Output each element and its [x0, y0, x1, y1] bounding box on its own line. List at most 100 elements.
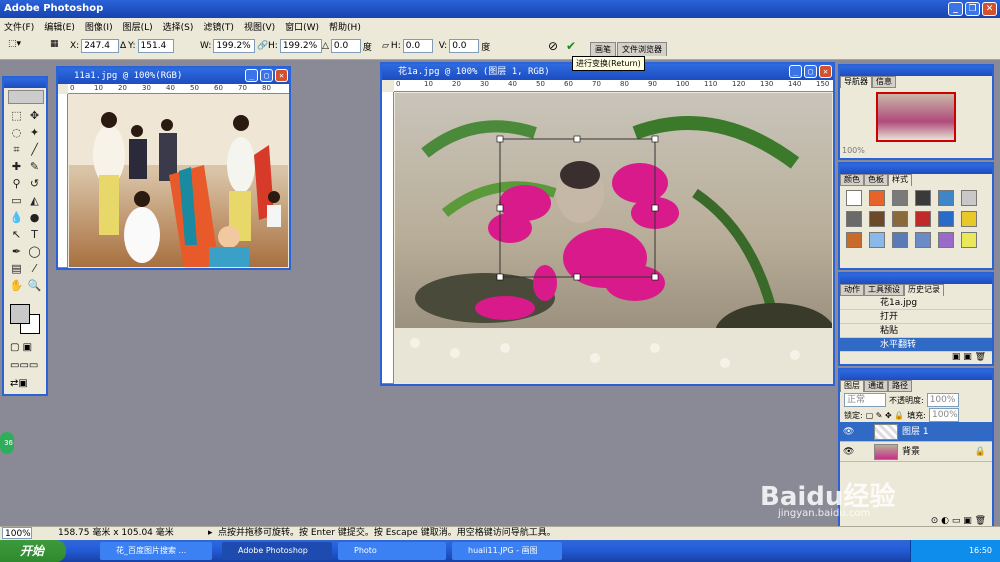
layer-row-background[interactable]: 👁 背景 🔒 [840, 442, 992, 462]
transform-tool-icon[interactable]: ⬚▾ [8, 39, 21, 49]
tab-channels[interactable]: 通道 [864, 380, 888, 392]
skew-v-field[interactable]: 0.0 [449, 39, 480, 53]
crop-tool-icon[interactable]: ⌗ [8, 142, 25, 158]
start-button[interactable]: 开始 [0, 540, 66, 562]
tab-paths[interactable]: 路径 [888, 380, 912, 392]
menu-filter[interactable]: 滤镜(T) [203, 20, 234, 33]
quick-mask-icon[interactable]: ▢ ▣ [10, 342, 32, 353]
commit-transform-icon[interactable]: ✔ [566, 39, 576, 53]
marquee-tool-icon[interactable]: ⬚ [8, 108, 25, 124]
hand-tool-icon[interactable]: ✋ [8, 278, 25, 294]
tab-info[interactable]: 信息 [872, 76, 896, 88]
style-swatch[interactable] [915, 211, 931, 227]
menu-file[interactable]: 文件(F) [4, 20, 34, 33]
style-swatch[interactable] [846, 232, 862, 248]
task-paint[interactable]: huali11.JPG - 画图 [452, 542, 562, 560]
layer-visibility-eye-icon[interactable]: 👁 [843, 442, 854, 462]
history-item-open[interactable]: 打开 [840, 310, 992, 324]
doc1-maximize-icon[interactable]: ▢ [260, 69, 273, 82]
styles-panel-titlebar[interactable] [840, 164, 992, 174]
menu-layer[interactable]: 图层(L) [123, 20, 153, 33]
notes-tool-icon[interactable]: ▤ [8, 261, 25, 277]
bucket-tool-icon[interactable]: ◭ [26, 193, 43, 209]
doc2-canvas-photo-image[interactable] [395, 93, 832, 383]
task-photo-folder[interactable]: Photo [338, 542, 446, 560]
zoom-tool-icon[interactable]: 🔍 [26, 278, 43, 294]
lock-icons[interactable]: ▢ ✎ ✥ 🔒 [866, 411, 905, 420]
layers-footer-icons[interactable]: ⊙ ◐ ▭ ▣ 🗑 [931, 516, 986, 526]
minimize-icon[interactable]: _ [948, 2, 963, 16]
menu-window[interactable]: 窗口(W) [285, 20, 319, 33]
foreground-color-swatch[interactable] [10, 304, 30, 324]
doc2-minimize-icon[interactable]: _ [789, 65, 802, 78]
menu-image[interactable]: 图像(I) [85, 20, 113, 33]
style-swatch[interactable] [938, 190, 954, 206]
pen-tool-icon[interactable]: ✒ [8, 244, 25, 260]
style-swatch[interactable] [938, 232, 954, 248]
type-tool-icon[interactable]: T [26, 227, 43, 243]
lasso-tool-icon[interactable]: ◌ [8, 125, 25, 141]
magic-wand-tool-icon[interactable]: ✦ [26, 125, 43, 141]
tab-tool-presets[interactable]: 工具预设 [864, 284, 904, 296]
task-browser[interactable]: 花_百度图片搜索 ... [100, 542, 212, 560]
close-icon[interactable]: ✕ [982, 2, 997, 16]
tab-swatches[interactable]: 色板 [864, 174, 888, 186]
tab-brushes[interactable]: 画笔 [590, 42, 616, 56]
doc1-close-icon[interactable]: ✕ [275, 69, 288, 82]
doc1-canvas-photo-image[interactable] [69, 95, 288, 267]
history-panel-titlebar[interactable] [840, 274, 992, 284]
status-play-icon[interactable]: ▸ [208, 527, 213, 540]
reference-point-icon[interactable]: ▦ [50, 39, 59, 49]
eraser-tool-icon[interactable]: ▭ [8, 193, 25, 209]
toolbox-titlebar[interactable] [4, 78, 46, 88]
skew-h-field[interactable]: 0.0 [402, 39, 433, 53]
style-swatch[interactable] [961, 190, 977, 206]
task-photoshop[interactable]: Adobe Photoshop [222, 542, 332, 560]
tab-navigator[interactable]: 导航器 [840, 76, 872, 88]
history-item-flip-horizontal[interactable]: 水平翻转 [840, 338, 992, 352]
tab-layers[interactable]: 图层 [840, 380, 864, 392]
width-field[interactable]: 199.2% [213, 39, 256, 53]
slice-tool-icon[interactable]: ╱ [26, 142, 43, 158]
doc2-close-icon[interactable]: ✕ [819, 65, 832, 78]
style-swatch[interactable] [869, 190, 885, 206]
tab-color[interactable]: 颜色 [840, 174, 864, 186]
angle-field[interactable]: 0.0 [330, 39, 361, 53]
height-field[interactable]: 199.2% [279, 39, 322, 53]
style-swatch[interactable] [961, 211, 977, 227]
fill-field[interactable]: 100% [928, 408, 959, 422]
y-field[interactable]: 151.4 [137, 39, 174, 53]
restore-icon[interactable]: ❐ [965, 2, 980, 16]
style-swatch[interactable] [915, 232, 931, 248]
menu-help[interactable]: 帮助(H) [329, 20, 361, 33]
adobe-logo-icon[interactable] [8, 90, 44, 104]
style-swatch[interactable] [869, 211, 885, 227]
dodge-tool-icon[interactable]: ● [26, 210, 43, 226]
history-item-paste[interactable]: 粘贴 [840, 324, 992, 338]
cancel-transform-icon[interactable]: ⊘ [548, 39, 558, 53]
link-icon[interactable]: 🔗 [257, 41, 268, 51]
layers-panel-titlebar[interactable] [840, 370, 992, 380]
history-brush-tool-icon[interactable]: ↺ [26, 176, 43, 192]
style-swatch[interactable] [846, 190, 862, 206]
document-window-1[interactable]: 11a1.jpg @ 100%(RGB) _ ▢ ✕ 0 10 20 30 40… [56, 66, 291, 270]
brush-tool-icon[interactable]: ✎ [26, 159, 43, 175]
style-swatch[interactable] [938, 211, 954, 227]
blur-tool-icon[interactable]: 💧 [8, 210, 25, 226]
status-zoom-field[interactable]: 100% [2, 527, 32, 539]
navigator-zoom[interactable]: 100% [840, 146, 992, 155]
style-swatch[interactable] [846, 211, 862, 227]
menu-edit[interactable]: 编辑(E) [44, 20, 75, 33]
path-select-tool-icon[interactable]: ↖ [8, 227, 25, 243]
style-swatch[interactable] [869, 232, 885, 248]
menu-view[interactable]: 视图(V) [244, 20, 275, 33]
tab-actions[interactable]: 动作 [840, 284, 864, 296]
x-field[interactable]: 247.4 [81, 39, 120, 53]
tab-history[interactable]: 历史记录 [904, 284, 944, 296]
jump-to-imageready-icon[interactable]: ⇄▣ [10, 378, 28, 389]
eyedropper-tool-icon[interactable]: ⁄ [26, 261, 43, 277]
menu-select[interactable]: 选择(S) [163, 20, 194, 33]
doc1-titlebar[interactable]: 11a1.jpg @ 100%(RGB) _ ▢ ✕ [58, 68, 289, 84]
tab-file-browser[interactable]: 文件浏览器 [617, 42, 667, 56]
tab-styles[interactable]: 样式 [888, 174, 912, 186]
